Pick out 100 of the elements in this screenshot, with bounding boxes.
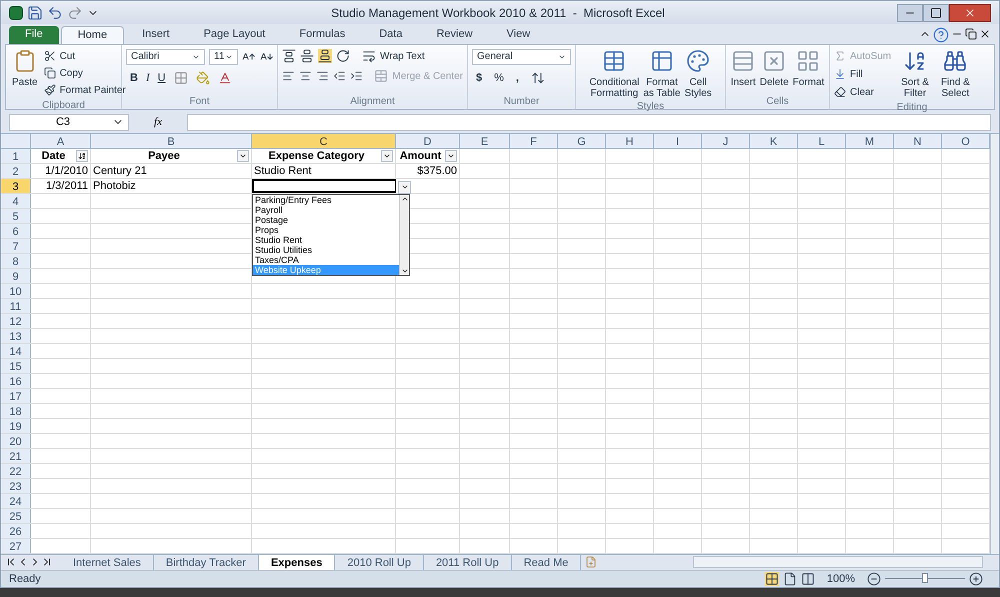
comma-style-button[interactable]: , <box>516 70 519 86</box>
row-header[interactable]: 3 <box>1 178 31 193</box>
row-header[interactable]: 2 <box>1 164 31 178</box>
percent-button[interactable]: % <box>494 70 504 86</box>
page-break-view-icon[interactable] <box>800 572 815 586</box>
italic-button[interactable]: I <box>146 70 150 86</box>
dropdown-option[interactable]: Payroll <box>253 204 399 215</box>
row-header[interactable]: 14 <box>1 344 31 358</box>
horizontal-scrollbar[interactable] <box>693 556 983 568</box>
row-header[interactable]: 1 <box>1 148 31 163</box>
column-header[interactable]: N <box>894 134 942 148</box>
copy-button[interactable]: Copy <box>44 66 126 81</box>
row-header[interactable]: 21 <box>1 448 31 463</box>
borders-icon[interactable] <box>174 70 188 85</box>
first-sheet-icon[interactable] <box>5 556 17 568</box>
maximize-button[interactable] <box>923 4 949 22</box>
row-header[interactable]: 22 <box>1 464 31 478</box>
row-header[interactable]: 25 <box>1 508 31 523</box>
fill-color-icon[interactable] <box>196 70 210 85</box>
align-top-icon[interactable] <box>282 49 296 64</box>
row-header[interactable]: 17 <box>1 388 31 403</box>
row-header[interactable]: 8 <box>1 254 31 268</box>
dropdown-option[interactable]: Props <box>253 224 399 235</box>
align-bottom-icon[interactable] <box>318 49 332 64</box>
paste-button[interactable]: Paste <box>10 48 40 98</box>
currency-button[interactable]: $ <box>476 70 482 86</box>
undo-icon[interactable] <box>47 4 63 21</box>
name-box[interactable]: C3 <box>9 114 129 131</box>
normal-view-icon[interactable] <box>764 572 779 586</box>
dropdown-option[interactable]: Studio Rent <box>253 234 399 245</box>
font-name-field[interactable]: Calibri <box>126 48 205 65</box>
clear-button[interactable]: Clear <box>834 84 892 100</box>
column-header[interactable]: K <box>750 134 798 148</box>
column-header[interactable]: A <box>31 134 91 148</box>
ribbon-tab[interactable]: Formulas <box>283 26 362 44</box>
zoom-in-icon[interactable] <box>969 572 983 586</box>
column-header[interactable]: L <box>798 134 846 148</box>
zoom-level[interactable]: 100% <box>826 570 855 588</box>
fill-button[interactable]: Fill <box>834 66 892 82</box>
cut-button[interactable]: Cut <box>44 48 126 64</box>
styles-button[interactable]: Conditional Formatting <box>587 48 642 99</box>
insert-sheet-icon[interactable] <box>585 556 598 568</box>
row-header[interactable]: 5 <box>1 208 31 223</box>
orientation-icon[interactable] <box>336 49 350 64</box>
formula-input-field[interactable] <box>187 114 991 131</box>
underline-button[interactable]: U <box>158 70 166 86</box>
close-button[interactable] <box>949 4 991 22</box>
font-size-field[interactable]: 11 <box>209 48 238 65</box>
row-header[interactable]: 15 <box>1 358 31 373</box>
save-icon[interactable] <box>27 4 43 21</box>
column-header[interactable]: G <box>558 134 606 148</box>
filter-dropdown-icon[interactable] <box>237 150 249 162</box>
column-header[interactable]: H <box>606 134 654 148</box>
vertical-scrollbar[interactable] <box>990 134 999 554</box>
row-header[interactable]: 11 <box>1 298 31 313</box>
cells-button[interactable]: Insert <box>728 48 758 88</box>
column-header[interactable]: M <box>846 134 894 148</box>
find-select-button[interactable]: Find & Select <box>938 48 972 100</box>
row-header[interactable]: 26 <box>1 524 31 538</box>
number-format-field[interactable]: General <box>472 48 571 65</box>
column-header[interactable]: J <box>702 134 750 148</box>
close-workbook-icon[interactable] <box>979 28 991 40</box>
insert-function-button[interactable]: fx <box>133 114 183 131</box>
column-header[interactable]: I <box>654 134 702 148</box>
cells-button[interactable]: Format <box>790 48 826 88</box>
ribbon-tab[interactable]: Home <box>60 26 124 44</box>
column-header[interactable]: D <box>396 134 460 148</box>
styles-button[interactable]: Cell Styles <box>682 48 714 99</box>
row-header[interactable]: 7 <box>1 238 31 253</box>
bold-button[interactable]: B <box>130 70 138 86</box>
wrap-text-button[interactable]: Wrap Text <box>362 48 425 64</box>
row-header[interactable]: 27 <box>1 538 31 553</box>
font-color-icon[interactable] <box>218 70 232 85</box>
sheet-tab[interactable]: Expenses <box>258 554 336 570</box>
ribbon-tab[interactable]: Insert <box>126 26 186 44</box>
row-header[interactable]: 23 <box>1 478 31 493</box>
format-painter-button[interactable]: Format Painter <box>44 82 126 98</box>
column-header[interactable]: C <box>252 134 396 148</box>
column-header[interactable]: F <box>510 134 558 148</box>
ribbon-tab[interactable]: View <box>490 26 546 44</box>
filter-dropdown-icon[interactable] <box>381 150 393 162</box>
cells-button[interactable]: Delete <box>758 48 791 88</box>
row-header[interactable]: 6 <box>1 224 31 238</box>
ribbon-tab[interactable]: File <box>9 26 59 44</box>
dropdown-scrollbar[interactable] <box>399 194 409 275</box>
row-header[interactable]: 24 <box>1 494 31 508</box>
zoom-out-icon[interactable] <box>867 572 881 586</box>
row-header[interactable]: 4 <box>1 194 31 208</box>
sort-filter-button[interactable]: Sort & Filter <box>899 48 931 100</box>
zoom-slider-thumb[interactable] <box>922 573 928 584</box>
row-header[interactable]: 16 <box>1 374 31 388</box>
row-header[interactable]: 9 <box>1 268 31 283</box>
row-header[interactable]: 12 <box>1 314 31 328</box>
ribbon-tab[interactable]: Review <box>420 26 489 44</box>
ribbon-tab[interactable]: Page Layout <box>188 26 282 44</box>
help-icon[interactable] <box>933 26 949 43</box>
align-middle-icon[interactable] <box>300 49 314 64</box>
dropdown-option[interactable]: Studio Utilities <box>253 244 399 255</box>
last-sheet-icon[interactable] <box>41 556 53 568</box>
row-header[interactable]: 18 <box>1 404 31 418</box>
